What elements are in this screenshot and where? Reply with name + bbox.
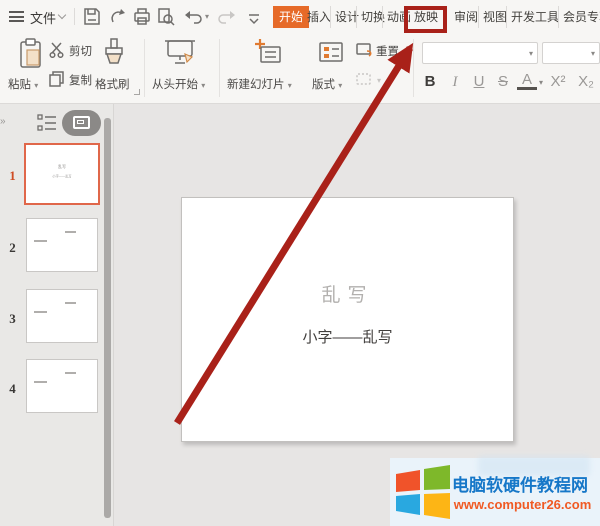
tab-member[interactable]: 会员专享 — [558, 6, 600, 28]
slide-thumbnail-2[interactable] — [26, 218, 98, 272]
windows-logo-icon — [396, 463, 450, 526]
layout-button[interactable]: 版式 ▾ — [312, 76, 342, 92]
format-painter-button[interactable]: 格式刷 — [95, 76, 130, 92]
new-slide-button[interactable]: 新建幻灯片 ▾ — [227, 76, 292, 92]
outline-view-icon[interactable] — [37, 113, 57, 138]
new-slide-icon[interactable] — [252, 37, 282, 74]
copy-icon[interactable] — [48, 70, 65, 92]
slide-thumbnail-4[interactable] — [26, 359, 98, 413]
slide-subtitle[interactable]: 小字——乱写 — [182, 326, 513, 347]
layout-icon[interactable] — [317, 39, 345, 72]
slide-view-icon — [73, 116, 90, 129]
paste-icon[interactable] — [17, 38, 45, 75]
section-icon[interactable] — [355, 71, 373, 93]
more-icon[interactable] — [244, 10, 264, 29]
redo-icon[interactable] — [216, 7, 236, 26]
current-slide[interactable]: 乱写 小字——乱写 — [181, 197, 514, 442]
slide-number: 3 — [5, 311, 20, 327]
slide-thumbnail-3[interactable] — [26, 289, 98, 343]
divider — [413, 39, 414, 97]
bold-button[interactable]: B — [420, 71, 440, 93]
cut-icon[interactable] — [48, 41, 65, 63]
slide-number: 2 — [5, 240, 20, 256]
from-beginning-button[interactable]: 从头开始 ▾ — [152, 76, 205, 92]
font-color-button[interactable]: A — [517, 71, 537, 90]
app-window: 文件 ▾ 开始 插入 设计 切换 动画 放映 审阅 视图 — [0, 0, 600, 526]
dialog-launcher[interactable] — [134, 89, 140, 95]
title-bar: 文件 ▾ 开始 插入 设计 切换 动画 放映 审阅 视图 — [0, 0, 600, 33]
subscript-button[interactable]: X₂ — [576, 71, 596, 93]
undo-dropdown-caret[interactable]: ▾ — [205, 12, 209, 21]
watermark-url: www.computer26.com — [450, 497, 595, 512]
font-color-caret[interactable]: ▾ — [539, 78, 543, 87]
watermark-banner: 电脑软硬件教程网 www.computer26.com — [390, 458, 600, 526]
divider — [74, 8, 75, 25]
format-painter-icon[interactable] — [101, 37, 127, 74]
section-dropdown-caret[interactable]: ▾ — [377, 76, 381, 85]
print-preview-icon[interactable] — [156, 7, 176, 26]
watermark-site-name: 电脑软硬件教程网 — [452, 471, 594, 496]
slide-number: 4 — [5, 381, 20, 397]
save-icon[interactable] — [82, 7, 102, 26]
superscript-button[interactable]: X² — [548, 71, 568, 93]
reset-icon[interactable] — [355, 41, 373, 63]
slide-number: 1 — [5, 168, 20, 184]
print-icon[interactable] — [132, 7, 152, 26]
play-from-beginning-icon[interactable] — [163, 38, 197, 75]
undo-icon[interactable] — [184, 7, 204, 26]
strikethrough-button[interactable]: S — [493, 71, 513, 93]
font-name-select[interactable]: ▾ — [422, 42, 538, 64]
slide-panel: » 1 乱写 小字——乱写 2 3 4 — [0, 104, 113, 526]
underline-button[interactable]: U — [469, 71, 489, 93]
chevron-down-icon[interactable] — [58, 11, 66, 19]
export-icon[interactable] — [108, 7, 128, 26]
font-size-select[interactable]: ▾ — [542, 42, 600, 64]
cut-button[interactable]: 剪切 — [69, 43, 92, 59]
slide-view-toggle[interactable] — [62, 110, 101, 136]
ribbon-toolbar: 粘贴 ▾ 剪切 复制 格式刷 — [0, 33, 600, 104]
tab-developer[interactable]: 开发工具 — [506, 6, 563, 28]
copy-button[interactable]: 复制 — [69, 72, 92, 88]
divider — [144, 39, 145, 97]
slide-thumbnail-1[interactable]: 乱写 小字——乱写 — [24, 143, 100, 205]
panel-scrollbar[interactable] — [104, 118, 111, 518]
divider — [219, 39, 220, 97]
paste-button[interactable]: 粘贴 ▾ — [8, 76, 38, 92]
menu-icon[interactable] — [9, 11, 24, 22]
reset-button[interactable]: 重置 — [376, 43, 399, 59]
italic-button[interactable]: I — [445, 71, 465, 93]
file-menu-button[interactable]: 文件 — [30, 8, 56, 27]
collapse-panel-icon[interactable]: » — [0, 116, 6, 127]
annotation-box — [404, 6, 447, 33]
slide-title[interactable]: 乱写 — [182, 280, 513, 307]
